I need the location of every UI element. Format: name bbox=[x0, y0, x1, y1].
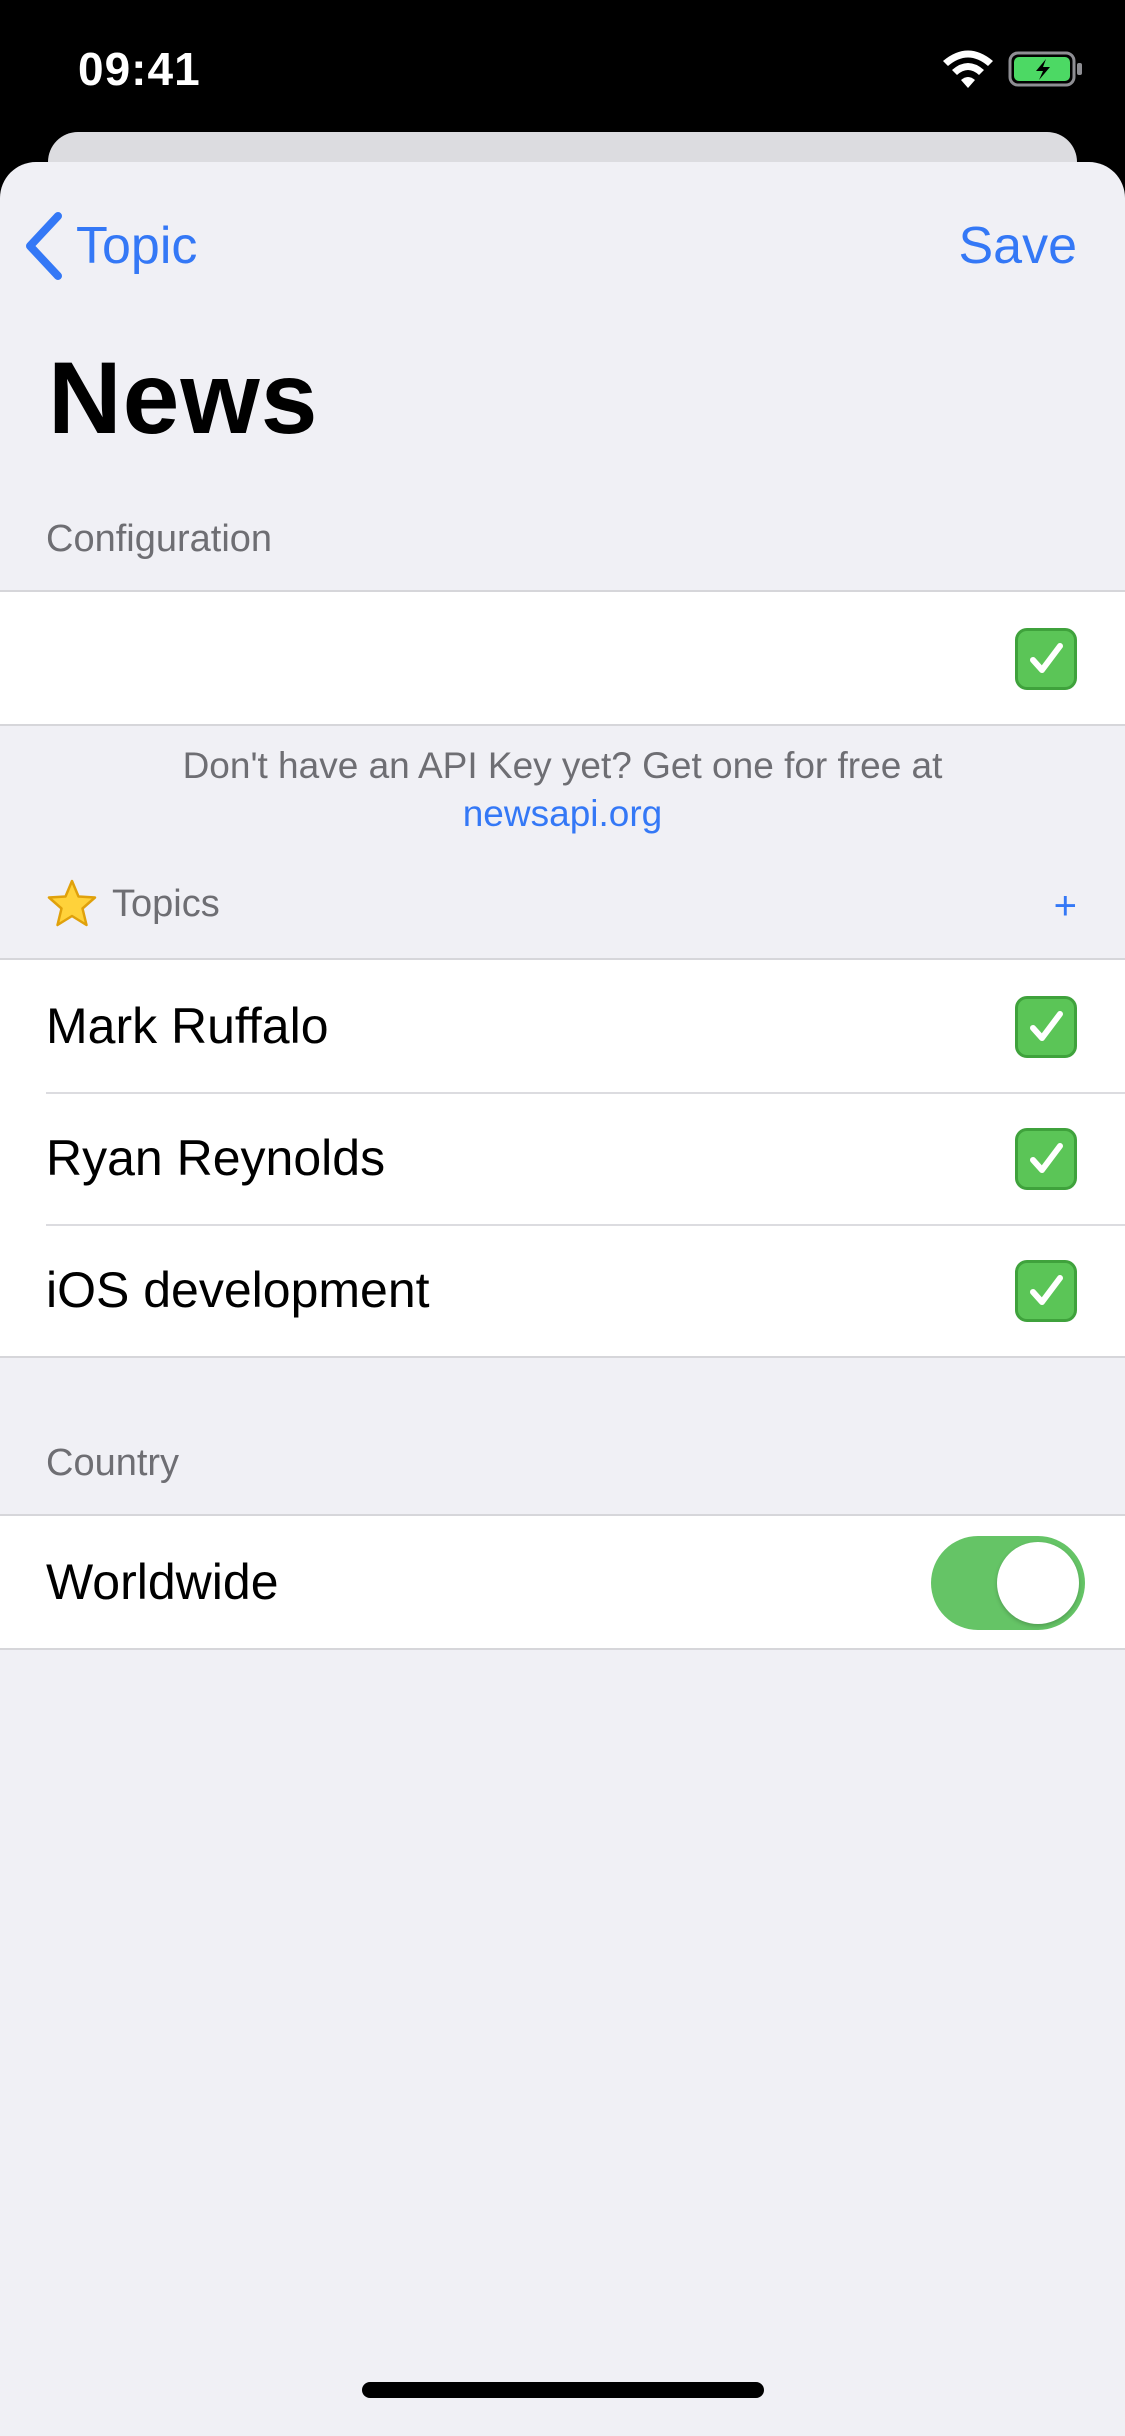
checkmark-icon bbox=[1030, 643, 1063, 673]
chevron-left-icon bbox=[26, 212, 62, 280]
topic-row[interactable]: Mark Ruffalo bbox=[0, 960, 1125, 1092]
country-section-header: Country bbox=[46, 1442, 180, 1484]
add-topic-button[interactable]: + bbox=[1054, 884, 1077, 929]
worldwide-label: Worldwide bbox=[46, 1554, 279, 1610]
topic-checkmark[interactable] bbox=[1015, 1128, 1077, 1190]
checkmark-icon bbox=[1030, 1275, 1063, 1305]
topic-label: Mark Ruffalo bbox=[46, 998, 329, 1054]
back-button-label: Topic bbox=[76, 217, 198, 275]
toggle-knob bbox=[997, 1542, 1079, 1624]
api-key-row bbox=[0, 592, 1125, 724]
topics-header-label: Topics bbox=[112, 882, 220, 925]
topic-label: Ryan Reynolds bbox=[46, 1130, 386, 1186]
checkmark-icon bbox=[1030, 1011, 1063, 1041]
page-title: News bbox=[48, 341, 319, 455]
api-key-footer-text: Don't have an API Key yet? Get one for f… bbox=[182, 745, 943, 786]
star-icon bbox=[47, 879, 97, 927]
api-key-field[interactable] bbox=[46, 607, 950, 709]
topics-section-header: Topics bbox=[46, 878, 220, 930]
home-indicator[interactable] bbox=[362, 2382, 764, 2398]
checkmark-icon bbox=[1030, 1143, 1063, 1173]
save-button[interactable]: Save bbox=[958, 206, 1077, 286]
wifi-icon bbox=[943, 50, 993, 88]
newsapi-link[interactable]: newsapi.org bbox=[0, 790, 1125, 838]
api-key-valid-checkmark bbox=[1015, 628, 1077, 690]
status-bar: 09:41 bbox=[0, 0, 1125, 130]
configuration-group bbox=[0, 590, 1125, 726]
worldwide-toggle[interactable] bbox=[931, 1536, 1085, 1630]
topic-label: iOS development bbox=[46, 1262, 430, 1318]
country-group: Worldwide bbox=[0, 1514, 1125, 1650]
worldwide-row: Worldwide bbox=[0, 1516, 1125, 1648]
topic-row[interactable]: iOS development bbox=[0, 1224, 1125, 1356]
status-time: 09:41 bbox=[78, 43, 201, 95]
settings-sheet: Topic Save News Configuration Don't have… bbox=[0, 162, 1125, 2436]
api-key-footer: Don't have an API Key yet? Get one for f… bbox=[0, 742, 1125, 838]
topic-checkmark[interactable] bbox=[1015, 996, 1077, 1058]
configuration-section-header: Configuration bbox=[46, 518, 273, 560]
topic-row[interactable]: Ryan Reynolds bbox=[0, 1092, 1125, 1224]
topic-checkmark[interactable] bbox=[1015, 1260, 1077, 1322]
topics-group: Mark Ruffalo Ryan Reynolds iOS developme… bbox=[0, 958, 1125, 1358]
battery-icon bbox=[1008, 51, 1082, 87]
back-button[interactable]: Topic bbox=[22, 206, 197, 286]
